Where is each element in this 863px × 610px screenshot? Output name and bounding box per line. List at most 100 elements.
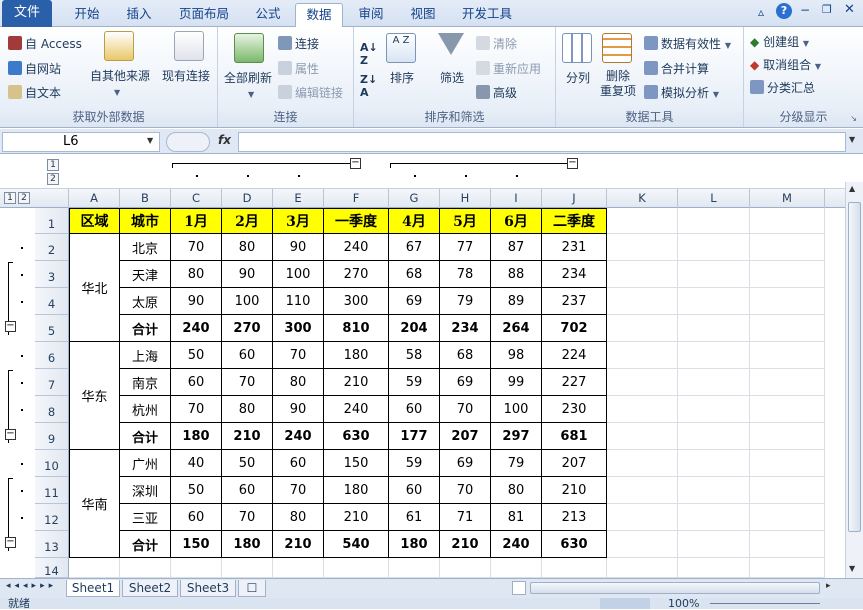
data-cell[interactable]: 100 xyxy=(491,396,542,423)
subtotal-button[interactable]: 分类汇总 xyxy=(750,79,815,96)
properties-button[interactable]: 属性 xyxy=(278,60,319,77)
data-cell[interactable]: 180 xyxy=(324,477,389,504)
empty-cell[interactable] xyxy=(678,369,750,396)
empty-cell[interactable] xyxy=(678,288,750,315)
empty-cell[interactable] xyxy=(750,423,825,450)
data-cell[interactable]: 90 xyxy=(171,288,222,315)
data-cell[interactable]: 240 xyxy=(324,234,389,261)
data-cell[interactable]: 210 xyxy=(324,504,389,531)
empty-cell[interactable] xyxy=(678,477,750,504)
empty-cell[interactable] xyxy=(750,288,825,315)
data-cell[interactable]: 70 xyxy=(171,396,222,423)
empty-cell[interactable] xyxy=(678,315,750,342)
data-cell[interactable]: 80 xyxy=(222,234,273,261)
column-header-k[interactable]: K xyxy=(607,189,678,208)
data-cell[interactable]: 60 xyxy=(171,504,222,531)
existing-connections-button[interactable]: 现有连接 xyxy=(162,67,210,84)
data-cell[interactable]: 240 xyxy=(324,396,389,423)
data-cell[interactable]: 79 xyxy=(440,288,491,315)
formula-input[interactable] xyxy=(238,132,846,152)
select-all-corner[interactable] xyxy=(35,189,69,208)
total-cell[interactable]: 810 xyxy=(324,315,389,342)
help-icon[interactable]: ? xyxy=(776,3,792,19)
total-cell[interactable]: 180 xyxy=(171,423,222,450)
data-cell[interactable]: 90 xyxy=(222,261,273,288)
total-cell[interactable]: 150 xyxy=(171,531,222,558)
group-button[interactable]: ◆ 创建组 ▼ xyxy=(750,33,809,50)
scroll-up-icon[interactable]: ▲ xyxy=(849,184,855,193)
view-buttons[interactable] xyxy=(600,598,650,609)
total-cell[interactable]: 180 xyxy=(222,531,273,558)
insert-function-icon[interactable]: fx xyxy=(218,133,231,147)
horizontal-scroll-thumb[interactable] xyxy=(530,582,820,594)
row-header-9[interactable]: 9 xyxy=(35,423,69,450)
column-header-g[interactable]: G xyxy=(389,189,440,208)
total-cell[interactable]: 681 xyxy=(542,423,607,450)
row-outline-level-1[interactable]: 1 xyxy=(4,192,16,204)
collapse-group-q1-button[interactable]: − xyxy=(350,158,361,169)
data-cell[interactable]: 70 xyxy=(273,477,324,504)
row-header-7[interactable]: 7 xyxy=(35,369,69,396)
hscroll-left-icon[interactable] xyxy=(512,581,526,595)
column-header-d[interactable]: D xyxy=(222,189,273,208)
data-cell[interactable]: 太原 xyxy=(120,288,171,315)
data-cell[interactable]: 61 xyxy=(389,504,440,531)
advanced-filter-button[interactable]: 高级 xyxy=(476,84,517,101)
empty-cell[interactable] xyxy=(678,504,750,531)
data-cell[interactable]: 80 xyxy=(171,261,222,288)
data-cell[interactable]: 70 xyxy=(222,504,273,531)
from-access-button[interactable]: 自 Access xyxy=(8,35,82,52)
column-header-e[interactable]: E xyxy=(273,189,324,208)
data-cell[interactable]: 210 xyxy=(324,369,389,396)
data-cell[interactable]: 80 xyxy=(491,477,542,504)
edit-links-button[interactable]: 编辑链接 xyxy=(278,84,343,101)
window-restore-icon[interactable]: ❐ xyxy=(822,3,832,16)
table-header-cell[interactable]: 5月 xyxy=(440,208,491,234)
minimize-ribbon-icon[interactable]: ▵ xyxy=(758,5,764,19)
empty-cell[interactable] xyxy=(222,558,273,578)
data-cell[interactable]: 58 xyxy=(389,342,440,369)
data-cell[interactable]: 80 xyxy=(222,396,273,423)
empty-cell[interactable] xyxy=(607,531,678,558)
tab-file[interactable]: 文件 xyxy=(2,0,52,27)
from-text-button[interactable]: 自文本 xyxy=(8,84,61,101)
data-cell[interactable]: 180 xyxy=(324,342,389,369)
empty-cell[interactable] xyxy=(120,558,171,578)
empty-cell[interactable] xyxy=(324,558,389,578)
column-header-f[interactable]: F xyxy=(324,189,389,208)
data-cell[interactable]: 77 xyxy=(440,234,491,261)
column-header-i[interactable]: I xyxy=(491,189,542,208)
empty-cell[interactable] xyxy=(750,504,825,531)
empty-cell[interactable] xyxy=(750,369,825,396)
data-cell[interactable]: 68 xyxy=(440,342,491,369)
empty-cell[interactable] xyxy=(750,342,825,369)
hscroll-right-icon[interactable]: ▸ xyxy=(826,581,831,591)
collapse-row-group-button[interactable]: − xyxy=(5,537,16,548)
from-web-button[interactable]: 自网站 xyxy=(8,60,61,77)
empty-cell[interactable] xyxy=(750,234,825,261)
sort-button[interactable]: 排序 xyxy=(390,69,414,86)
connections-button[interactable]: 连接 xyxy=(278,35,319,52)
total-cell[interactable]: 204 xyxy=(389,315,440,342)
empty-cell[interactable] xyxy=(607,369,678,396)
data-cell[interactable]: 深圳 xyxy=(120,477,171,504)
empty-cell[interactable] xyxy=(678,396,750,423)
scroll-down-icon[interactable]: ▼ xyxy=(849,564,855,573)
data-cell[interactable]: 90 xyxy=(273,234,324,261)
row-outline-level-2[interactable]: 2 xyxy=(18,192,30,204)
region-cell[interactable]: 华东 xyxy=(69,342,120,450)
data-cell[interactable]: 59 xyxy=(389,450,440,477)
table-header-cell[interactable]: 3月 xyxy=(273,208,324,234)
data-cell[interactable]: 89 xyxy=(491,288,542,315)
text-to-columns-button[interactable]: 分列 xyxy=(566,69,590,86)
empty-cell[interactable] xyxy=(542,558,607,578)
data-cell[interactable]: 59 xyxy=(389,369,440,396)
row-header-11[interactable]: 11 xyxy=(35,477,69,504)
data-cell[interactable]: 60 xyxy=(171,369,222,396)
window-minimize-icon[interactable]: − xyxy=(800,3,810,17)
zoom-slider[interactable] xyxy=(710,603,820,604)
data-validation-button[interactable]: 数据有效性 ▼ xyxy=(644,35,731,52)
tab-insert[interactable]: 插入 xyxy=(114,3,164,27)
filter-button[interactable]: 筛选 xyxy=(440,69,464,86)
window-close-icon[interactable]: ✕ xyxy=(844,2,855,17)
